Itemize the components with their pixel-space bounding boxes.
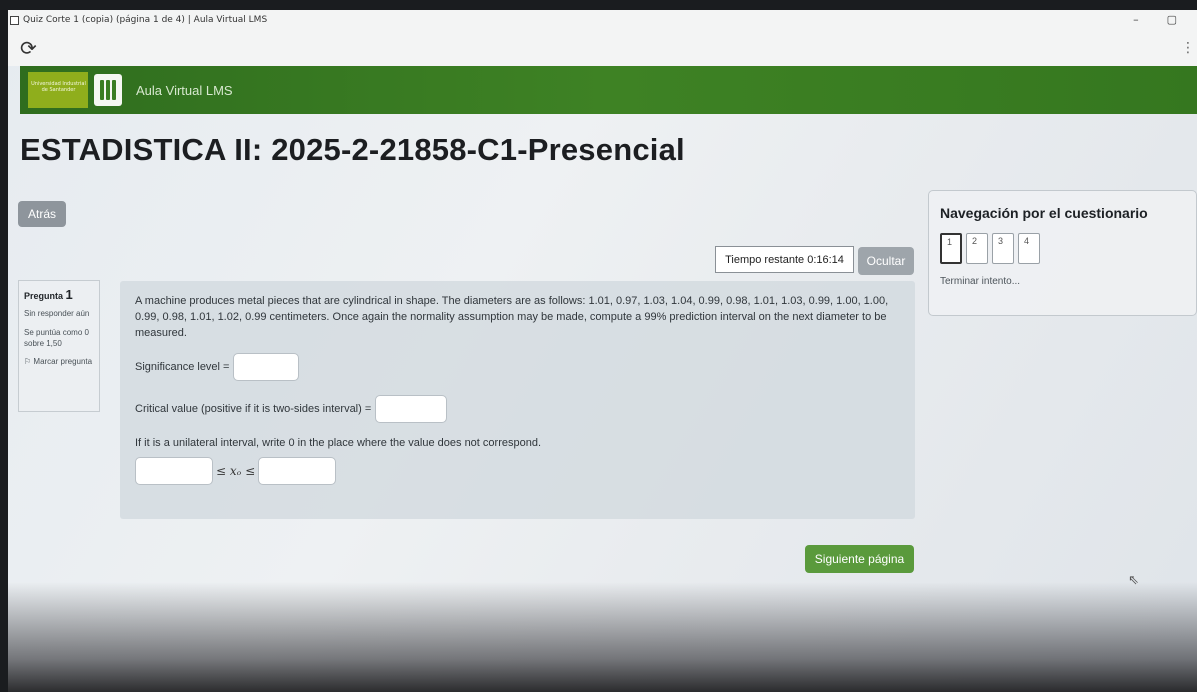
timer-display: Tiempo restante 0:16:14: [715, 246, 854, 273]
mouse-cursor-icon: ⇖: [1128, 573, 1139, 588]
lower-bound-input[interactable]: [135, 457, 213, 485]
site-header: Universidad Industrial de Santander Aula…: [20, 66, 1197, 114]
app-icon: [10, 15, 19, 25]
upper-bound-input[interactable]: [258, 457, 337, 485]
question-grade: Se puntúa como 0 sobre 1,50: [24, 328, 89, 348]
uis-logo-icon: [94, 74, 122, 106]
window-controls: – ▢: [1133, 13, 1177, 26]
question-content: A machine produces metal pieces that are…: [120, 281, 915, 519]
minimize-button[interactable]: –: [1133, 13, 1139, 26]
quiz-nav-button-3[interactable]: 3: [992, 233, 1014, 264]
quiz-navigation-title: Navegación por el cuestionario: [940, 205, 1148, 221]
interval-row: ≤ xₒ ≤: [135, 457, 900, 485]
restore-button[interactable]: ▢: [1167, 13, 1177, 26]
reload-icon[interactable]: ⟳: [20, 36, 37, 60]
unilateral-note: If it is a unilateral interval, write 0 …: [135, 437, 542, 449]
quiz-navigation-panel: Navegación por el cuestionario 1 2 3 4 T…: [928, 190, 1197, 316]
question-number: Pregunta 1: [24, 287, 94, 302]
university-logo[interactable]: Universidad Industrial de Santander: [28, 72, 88, 108]
flag-question-button[interactable]: ⚐ Marcar pregunta: [24, 357, 94, 367]
browser-toolbar: ⟳ ⋮: [8, 30, 1197, 66]
flag-label: Marcar pregunta: [33, 357, 93, 366]
brand-name[interactable]: Aula Virtual LMS: [136, 83, 233, 98]
next-page-button[interactable]: Siguiente página: [805, 545, 914, 573]
interval-symbol: ≤ xₒ ≤: [216, 464, 256, 478]
significance-label: Significance level =: [135, 361, 230, 373]
significance-row: Significance level =: [135, 353, 900, 381]
flag-icon: ⚐: [24, 357, 32, 366]
question-number-value: 1: [65, 287, 73, 302]
critical-value-label: Critical value (positive if it is two-si…: [135, 403, 372, 415]
critical-value-input[interactable]: [375, 395, 448, 423]
question-label: Pregunta: [24, 291, 64, 301]
finish-attempt-link[interactable]: Terminar intento...: [940, 276, 1185, 287]
back-button[interactable]: Atrás: [18, 201, 66, 227]
critical-value-row: Critical value (positive if it is two-si…: [135, 395, 900, 423]
window-titlebar: Quiz Corte 1 (copia) (página 1 de 4) | A…: [8, 10, 1197, 30]
question-text: A machine produces metal pieces that are…: [135, 295, 889, 339]
window-title: Quiz Corte 1 (copia) (página 1 de 4) | A…: [23, 15, 268, 25]
hide-timer-button[interactable]: Ocultar: [858, 247, 914, 275]
question-info: Pregunta 1 Sin responder aún Se puntúa c…: [18, 280, 100, 412]
quiz-navigation-buttons: 1 2 3 4: [940, 233, 1185, 264]
significance-input[interactable]: [233, 353, 300, 381]
quiz-nav-button-4[interactable]: 4: [1018, 233, 1040, 264]
page-title: ESTADISTICA II: 2025-2-21858-C1-Presenci…: [20, 132, 685, 167]
menu-icon[interactable]: ⋮: [1181, 40, 1195, 56]
quiz-nav-button-1[interactable]: 1: [940, 233, 962, 264]
quiz-nav-button-2[interactable]: 2: [966, 233, 988, 264]
screen: Quiz Corte 1 (copia) (página 1 de 4) | A…: [8, 10, 1197, 692]
question-status: Sin responder aún: [24, 309, 90, 318]
